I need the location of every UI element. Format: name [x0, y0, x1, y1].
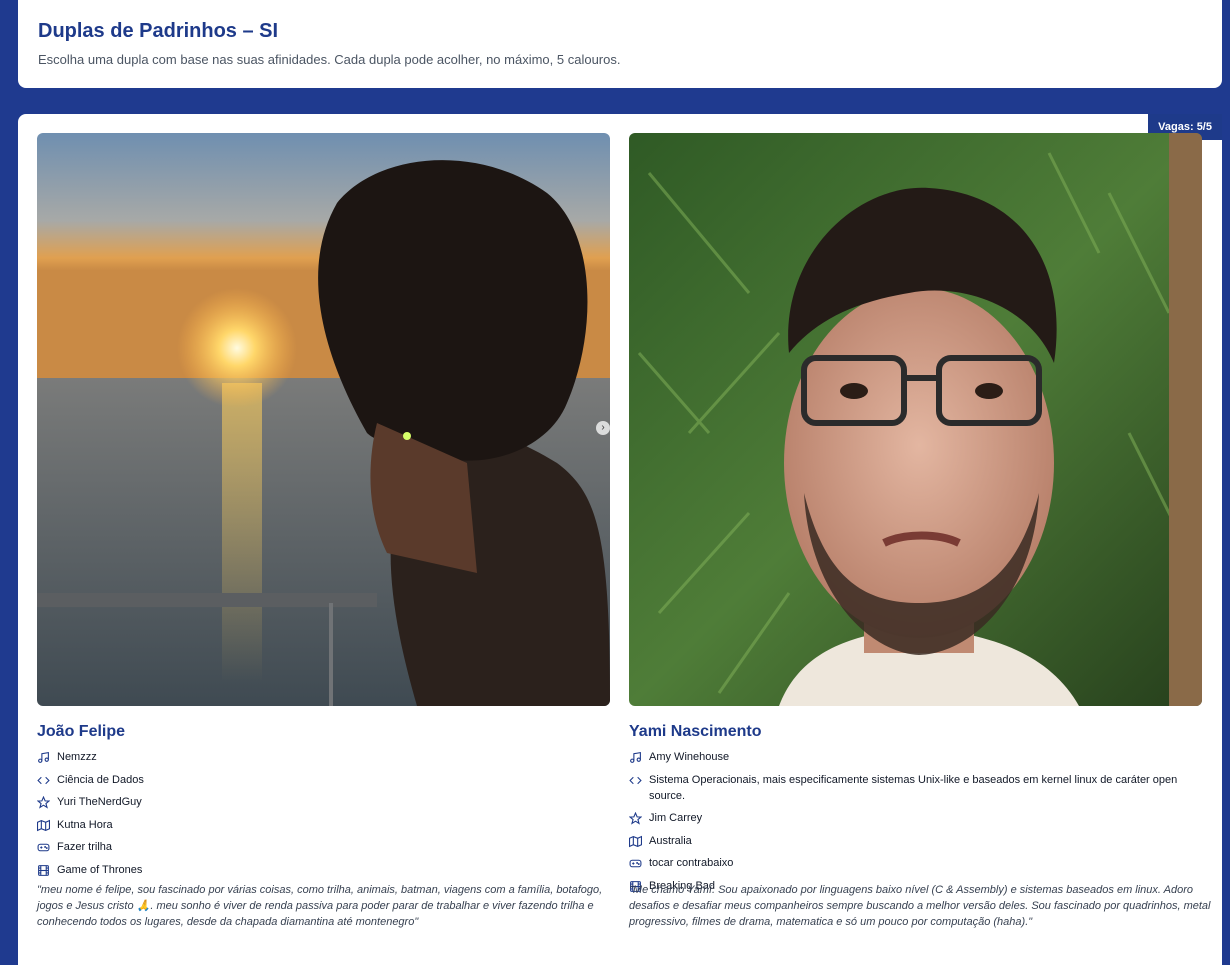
fact-text: Amy Winehouse [649, 751, 730, 763]
map-icon [37, 819, 50, 832]
pair-card[interactable]: Vagas: 5/5 › João Felipe Nemzzz Ciência … [18, 114, 1222, 965]
fact-map: Kutna Hora [37, 817, 610, 833]
fact-hobby: Fazer trilha [37, 839, 610, 855]
fact-music: Nemzzz [37, 749, 610, 765]
fact-text: Kutna Hora [57, 818, 113, 831]
fact-text: Ciência de Dados [57, 773, 144, 786]
code-icon [37, 774, 50, 787]
film-icon [37, 864, 50, 877]
padrinho-photo [629, 133, 1202, 706]
fact-text: Nemzzz [57, 751, 97, 763]
fact-text: Game of Thrones [57, 863, 143, 876]
gamepad-icon [629, 857, 642, 870]
padrinho-facts: Nemzzz Ciência de Dados Yuri TheNerdGuy … [37, 749, 610, 878]
star-icon [629, 812, 642, 825]
fact-text: Australia [649, 834, 692, 847]
padrinho-photo: › [37, 133, 610, 706]
fact-text: Fazer trilha [57, 841, 113, 853]
fact-star: Jim Carrey [629, 810, 1202, 826]
map-icon [629, 835, 642, 848]
padrinho-card-1: › João Felipe Nemzzz Ciência de Dados Yu [37, 133, 610, 884]
code-icon [629, 774, 642, 787]
fact-hobby: tocar contrabaixo [629, 855, 1202, 871]
padrinho-facts: Amy Winehouse Sistema Operacionais, mais… [629, 749, 1202, 894]
page-title: Duplas de Padrinhos – SI [38, 20, 279, 42]
music-icon [37, 751, 50, 764]
fact-code: Sistema Operacionais, mais especificamen… [629, 772, 1202, 804]
padrinho-card-2: Yami Nascimento Amy Winehouse Sistema Op… [629, 133, 1202, 900]
next-photo-button[interactable]: › [596, 421, 610, 435]
fact-text: Yuri TheNerdGuy [57, 796, 142, 808]
fact-code: Ciência de Dados [37, 772, 610, 788]
fact-map: Australia [629, 833, 1202, 849]
page-header: Duplas de Padrinhos – SI Escolha uma dup… [18, 0, 1222, 88]
music-icon [629, 751, 642, 764]
fact-text: Sistema Operacionais, mais especificamen… [649, 773, 1178, 802]
padrinho-name: Yami Nascimento [629, 723, 762, 740]
page-subtitle: Escolha uma dupla com base nas suas afin… [38, 52, 621, 67]
fact-music: Amy Winehouse [629, 749, 1202, 765]
gamepad-icon [37, 841, 50, 854]
fact-text: Jim Carrey [649, 812, 703, 824]
padrinho-name: João Felipe [37, 723, 126, 740]
fact-star: Yuri TheNerdGuy [37, 794, 610, 810]
star-icon [37, 796, 50, 809]
fact-film: Game of Thrones [37, 862, 610, 878]
padrinho-quote: "meu nome é felipe, sou fascinado por vá… [37, 884, 603, 928]
fact-text: tocar contrabaixo [649, 857, 734, 869]
padrinho-quote: "Me chamo Yamí. Sou apaixonado por lingu… [629, 884, 1211, 928]
